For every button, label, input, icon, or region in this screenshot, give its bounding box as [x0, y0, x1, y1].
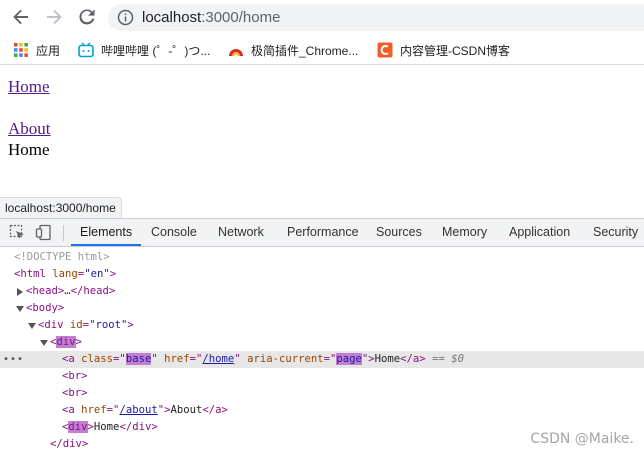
device-toolbar-icon[interactable] — [35, 224, 52, 241]
bookmarks-bar: 应用 哔哩哔哩 (゜-゜)つ... 极简插件_Chrome... 内容管理-CS… — [0, 36, 644, 65]
about-link[interactable]: About — [8, 119, 51, 139]
tab-security[interactable]: Security — [593, 219, 638, 246]
tab-memory[interactable]: Memory — [442, 219, 487, 246]
devtools-panel: Elements Console Network Performance Sou… — [0, 218, 644, 457]
tab-sources[interactable]: Sources — [376, 219, 422, 246]
collapse-triangle-icon[interactable] — [28, 323, 36, 329]
bookmark-csdn[interactable]: 内容管理-CSDN博客 — [377, 40, 510, 60]
apps-grid-icon — [14, 43, 28, 57]
bookmark-bilibili[interactable]: 哔哩哔哩 (゜-゜)つ... — [78, 40, 210, 60]
tab-application[interactable]: Application — [509, 219, 570, 246]
dom-node-head[interactable]: <head>…</head> — [0, 283, 644, 300]
reload-icon[interactable] — [75, 5, 99, 29]
browser-toolbar: localhost:3000/home — [0, 0, 644, 34]
dom-node-br[interactable]: <br> — [0, 385, 644, 402]
bookmark-jijian[interactable]: 极简插件_Chrome... — [228, 40, 358, 60]
home-link[interactable]: Home — [8, 77, 50, 97]
dom-node-html[interactable]: <html lang="en"> — [0, 266, 644, 283]
tab-network[interactable]: Network — [218, 219, 264, 246]
dom-node-inner-div[interactable]: <div> — [0, 334, 644, 351]
chrome-plugin-icon — [229, 49, 243, 56]
back-icon[interactable] — [9, 5, 33, 29]
collapse-triangle-icon[interactable] — [40, 340, 48, 346]
dom-node-a-about[interactable]: <a href="/about">About</a> — [0, 402, 644, 419]
dom-tree: <!DOCTYPE html> <html lang="en"> <head>…… — [0, 247, 644, 457]
inspect-element-icon[interactable] — [9, 224, 26, 241]
more-icon[interactable]: ••• — [3, 351, 24, 368]
page-viewport: Home About Home — [0, 65, 644, 217]
watermark: CSDN @Maike. — [530, 431, 634, 447]
dom-node-body[interactable]: <body> — [0, 300, 644, 317]
dom-node-a-home[interactable]: ••• <a class="base" href="/home" aria-cu… — [0, 351, 644, 368]
dom-node-br[interactable]: <br> — [0, 368, 644, 385]
route-content: Home — [8, 140, 50, 159]
bilibili-icon — [78, 42, 94, 58]
bookmark-label: 内容管理-CSDN博客 — [400, 43, 510, 58]
bookmark-apps[interactable]: 应用 — [13, 40, 60, 60]
collapse-triangle-icon[interactable] — [16, 306, 24, 312]
dom-node-doctype[interactable]: <!DOCTYPE html> — [0, 249, 644, 266]
forward-icon[interactable] — [42, 5, 66, 29]
tab-performance[interactable]: Performance — [287, 219, 359, 246]
bookmark-label: 哔哩哔哩 (゜-゜)つ... — [101, 43, 211, 58]
csdn-icon — [377, 42, 393, 58]
tab-console[interactable]: Console — [151, 219, 197, 246]
expand-triangle-icon[interactable] — [17, 288, 23, 296]
devtools-tabbar: Elements Console Network Performance Sou… — [0, 219, 644, 247]
status-bubble: localhost:3000/home — [0, 197, 122, 219]
bookmark-label: 极简插件_Chrome... — [251, 43, 359, 58]
url-text: localhost:3000/home — [142, 9, 281, 26]
toolbar-divider — [63, 225, 64, 241]
bookmark-label: 应用 — [36, 43, 61, 58]
dom-node-root-div[interactable]: <div id="root"> — [0, 317, 644, 334]
tab-elements[interactable]: Elements — [71, 219, 142, 246]
info-icon[interactable] — [117, 9, 134, 26]
address-bar[interactable]: localhost:3000/home — [108, 4, 644, 31]
